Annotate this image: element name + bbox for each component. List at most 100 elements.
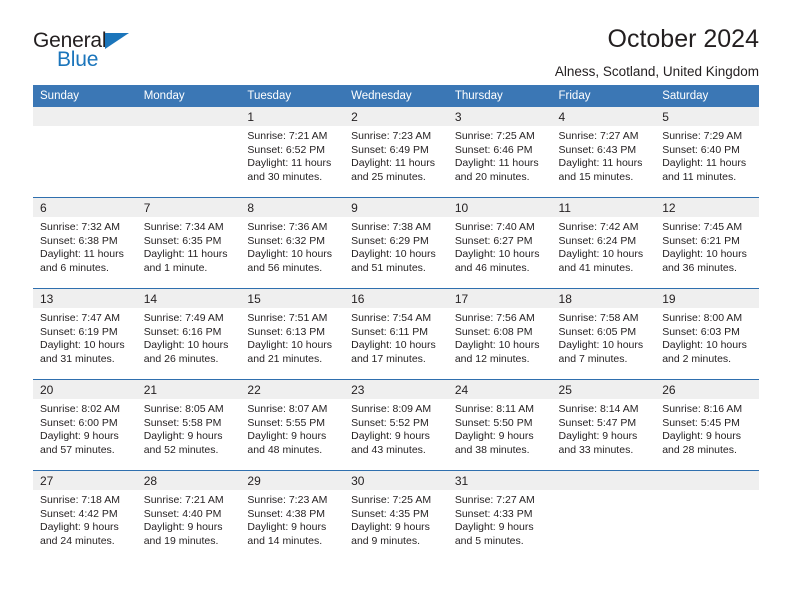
- sunset-time: Sunset: 4:35 PM: [351, 507, 429, 520]
- calendar-day-cell[interactable]: 24 Sunrise: 8:11 AM Sunset: 5:50 PM Dayligh…: [447, 379, 552, 471]
- daylight-duration-line2: and 41 minutes.: [558, 261, 634, 274]
- calendar-day-cell[interactable]: 6 Sunrise: 7:32 AM Sunset: 6:38 PM Daylight…: [33, 197, 137, 289]
- day-details: Sunrise: 8:07 AM Sunset: 5:55 PM Daylight:…: [240, 399, 344, 457]
- sunrise-time: Sunrise: 7:29 AM: [662, 130, 743, 142]
- daylight-duration-line2: and 26 minutes.: [143, 352, 219, 365]
- daylight-duration-line1: Daylight: 9 hours: [247, 521, 327, 534]
- calendar-day-cell[interactable]: 8 Sunrise: 7:36 AM Sunset: 6:32 PM Daylight…: [240, 197, 345, 289]
- daylight-duration-line1: Daylight: 10 hours: [454, 248, 540, 261]
- daylight-duration-line2: and 19 minutes.: [143, 534, 219, 547]
- calendar-day-cell[interactable]: 1 Sunrise: 7:21 AM Sunset: 6:52 PM Daylight…: [240, 107, 345, 198]
- day-number: 21: [136, 380, 241, 399]
- day-details: Sunrise: 8:05 AM Sunset: 5:58 PM Daylight:…: [137, 399, 241, 457]
- daylight-duration-line1: Daylight: 11 hours: [454, 157, 539, 170]
- daylight-duration-line1: Daylight: 9 hours: [454, 521, 534, 534]
- day-cell-inner: 18 Sunrise: 7:58 AM Sunset: 6:05 PM Dayligh…: [551, 289, 656, 379]
- daylight-duration-line1: Daylight: 10 hours: [247, 339, 333, 352]
- calendar-day-cell[interactable]: 16 Sunrise: 7:54 AM Sunset: 6:11 PM Dayligh…: [344, 288, 448, 380]
- calendar-day-cell[interactable]: 31 Sunrise: 7:27 AM Sunset: 4:33 PM Dayligh…: [447, 470, 552, 561]
- calendar-day-cell[interactable]: 5 Sunrise: 7:29 AM Sunset: 6:40 PM Daylight…: [655, 107, 759, 198]
- sunset-time: Sunset: 4:42 PM: [40, 507, 118, 520]
- day-details: Sunrise: 7:25 AM Sunset: 6:46 PM Daylight:…: [448, 126, 552, 184]
- daylight-duration-line2: and 48 minutes.: [247, 443, 323, 456]
- daylight-duration-line1: Daylight: 10 hours: [40, 339, 125, 352]
- day-details: Sunrise: 7:23 AM Sunset: 4:38 PM Daylight:…: [240, 490, 344, 548]
- sunrise-time: Sunrise: 8:14 AM: [558, 403, 639, 415]
- calendar-day-cell[interactable]: 20 Sunrise: 8:02 AM Sunset: 6:00 PM Dayligh…: [33, 379, 137, 471]
- sunset-time: Sunset: 4:33 PM: [454, 507, 533, 520]
- day-details: Sunrise: 7:56 AM Sunset: 6:08 PM Daylight:…: [448, 308, 552, 366]
- day-cell-inner: 30 Sunrise: 7:25 AM Sunset: 4:35 PM Dayligh…: [344, 471, 448, 561]
- calendar-day-cell[interactable]: 23 Sunrise: 8:09 AM Sunset: 5:52 PM Dayligh…: [344, 379, 448, 471]
- calendar-day-cell[interactable]: 3 Sunrise: 7:25 AM Sunset: 6:46 PM Daylight…: [447, 107, 552, 198]
- day-details: Sunrise: 8:14 AM Sunset: 5:47 PM Daylight:…: [552, 399, 656, 457]
- sunset-time: Sunset: 5:55 PM: [247, 416, 326, 429]
- sunset-time: Sunset: 6:46 PM: [454, 143, 533, 156]
- calendar-day-cell[interactable]: 7 Sunrise: 7:34 AM Sunset: 6:35 PM Daylight…: [136, 197, 241, 289]
- day-details: Sunrise: 7:40 AM Sunset: 6:27 PM Daylight:…: [448, 217, 552, 275]
- calendar-day-cell[interactable]: 10 Sunrise: 7:40 AM Sunset: 6:27 PM Dayligh…: [447, 197, 552, 289]
- sunrise-time: Sunrise: 7:34 AM: [143, 221, 224, 233]
- day-cell-inner: 19 Sunrise: 8:00 AM Sunset: 6:03 PM Dayligh…: [655, 289, 759, 379]
- calendar-day-cell[interactable]: 27 Sunrise: 7:18 AM Sunset: 4:42 PM Dayligh…: [33, 470, 137, 561]
- day-cell-inner: 15 Sunrise: 7:51 AM Sunset: 6:13 PM Dayligh…: [240, 289, 345, 379]
- calendar-day-cell[interactable]: 13 Sunrise: 7:47 AM Sunset: 6:19 PM Dayligh…: [33, 288, 137, 380]
- day-details: Sunrise: 7:45 AM Sunset: 6:21 PM Daylight:…: [655, 217, 759, 275]
- calendar-day-cell[interactable]: 21 Sunrise: 8:05 AM Sunset: 5:58 PM Dayligh…: [136, 379, 241, 471]
- sunset-time: Sunset: 6:19 PM: [40, 325, 118, 338]
- calendar-day-cell[interactable]: 29 Sunrise: 7:23 AM Sunset: 4:38 PM Dayligh…: [240, 470, 345, 561]
- calendar-day-cell[interactable]: 18 Sunrise: 7:58 AM Sunset: 6:05 PM Dayligh…: [551, 288, 656, 380]
- day-number: 9: [344, 198, 448, 217]
- daylight-duration-line1: Daylight: 10 hours: [558, 339, 644, 352]
- day-cell-inner: 10 Sunrise: 7:40 AM Sunset: 6:27 PM Dayligh…: [447, 198, 552, 288]
- calendar-day-cell[interactable]: 30 Sunrise: 7:25 AM Sunset: 4:35 PM Dayligh…: [344, 470, 448, 561]
- day-details: Sunrise: 7:54 AM Sunset: 6:11 PM Daylight:…: [344, 308, 448, 366]
- weekday-header-saturday: Saturday: [655, 85, 759, 107]
- calendar-week-row: 27 Sunrise: 7:18 AM Sunset: 4:42 PM Dayligh…: [33, 470, 759, 561]
- calendar-day-cell[interactable]: 9 Sunrise: 7:38 AM Sunset: 6:29 PM Daylight…: [344, 197, 448, 289]
- sunrise-time: Sunrise: 7:23 AM: [247, 494, 328, 506]
- day-cell-inner: 11 Sunrise: 7:42 AM Sunset: 6:24 PM Dayligh…: [551, 198, 656, 288]
- day-details: Sunrise: 7:21 AM Sunset: 6:52 PM Daylight:…: [240, 126, 344, 184]
- calendar-day-cell[interactable]: 11 Sunrise: 7:42 AM Sunset: 6:24 PM Dayligh…: [551, 197, 656, 289]
- calendar-day-cell[interactable]: 14 Sunrise: 7:49 AM Sunset: 6:16 PM Dayligh…: [136, 288, 241, 380]
- sunset-time: Sunset: 6:35 PM: [143, 234, 222, 247]
- daylight-duration-line1: Daylight: 11 hours: [143, 248, 228, 261]
- sunrise-time: Sunrise: 7:27 AM: [454, 494, 535, 506]
- day-number: 11: [551, 198, 656, 217]
- sunset-time: Sunset: 6:21 PM: [662, 234, 740, 247]
- daylight-duration-line1: Daylight: 10 hours: [351, 339, 436, 352]
- daylight-duration-line2: and 57 minutes.: [40, 443, 115, 456]
- calendar-day-cell[interactable]: 25 Sunrise: 8:14 AM Sunset: 5:47 PM Dayligh…: [551, 379, 656, 471]
- daylight-duration-line2: and 43 minutes.: [351, 443, 426, 456]
- day-cell-inner: 6 Sunrise: 7:32 AM Sunset: 6:38 PM Daylight…: [33, 198, 137, 288]
- day-number: 6: [33, 198, 137, 217]
- calendar-day-cell[interactable]: 4 Sunrise: 7:27 AM Sunset: 6:43 PM Daylight…: [551, 107, 656, 198]
- sunset-time: Sunset: 5:47 PM: [558, 416, 637, 429]
- sunset-time: Sunset: 5:50 PM: [454, 416, 533, 429]
- day-cell-inner: 31 Sunrise: 7:27 AM Sunset: 4:33 PM Dayligh…: [447, 471, 552, 561]
- daylight-duration-line1: Daylight: 11 hours: [247, 157, 332, 170]
- day-details: Sunrise: 7:18 AM Sunset: 4:42 PM Daylight:…: [33, 490, 137, 548]
- calendar-day-cell[interactable]: 2 Sunrise: 7:23 AM Sunset: 6:49 PM Daylight…: [344, 107, 448, 198]
- calendar-day-cell[interactable]: 22 Sunrise: 8:07 AM Sunset: 5:55 PM Dayligh…: [240, 379, 345, 471]
- weekday-header-tuesday: Tuesday: [240, 85, 345, 107]
- day-number: 13: [33, 289, 137, 308]
- sunrise-time: Sunrise: 7:49 AM: [143, 312, 224, 324]
- daylight-duration-line2: and 14 minutes.: [247, 534, 323, 547]
- calendar-day-cell[interactable]: 26 Sunrise: 8:16 AM Sunset: 5:45 PM Dayligh…: [655, 379, 759, 471]
- daylight-duration-line1: Daylight: 9 hours: [143, 430, 223, 443]
- day-details: Sunrise: 8:09 AM Sunset: 5:52 PM Daylight:…: [344, 399, 448, 457]
- calendar-day-cell[interactable]: 15 Sunrise: 7:51 AM Sunset: 6:13 PM Dayligh…: [240, 288, 345, 380]
- calendar-day-cell[interactable]: 19 Sunrise: 8:00 AM Sunset: 6:03 PM Dayligh…: [655, 288, 759, 380]
- daylight-duration-line2: and 12 minutes.: [454, 352, 530, 365]
- calendar-day-cell[interactable]: 28 Sunrise: 7:21 AM Sunset: 4:40 PM Dayligh…: [136, 470, 241, 561]
- daylight-duration-line1: Daylight: 11 hours: [662, 157, 747, 170]
- day-number: 7: [136, 198, 241, 217]
- calendar-day-cell[interactable]: 12 Sunrise: 7:45 AM Sunset: 6:21 PM Dayligh…: [655, 197, 759, 289]
- calendar-day-cell[interactable]: 17 Sunrise: 7:56 AM Sunset: 6:08 PM Dayligh…: [447, 288, 552, 380]
- day-number: 27: [33, 471, 137, 490]
- day-details: Sunrise: 7:38 AM Sunset: 6:29 PM Daylight:…: [344, 217, 448, 275]
- day-cell-inner: [33, 107, 137, 197]
- day-number: 2: [344, 107, 448, 126]
